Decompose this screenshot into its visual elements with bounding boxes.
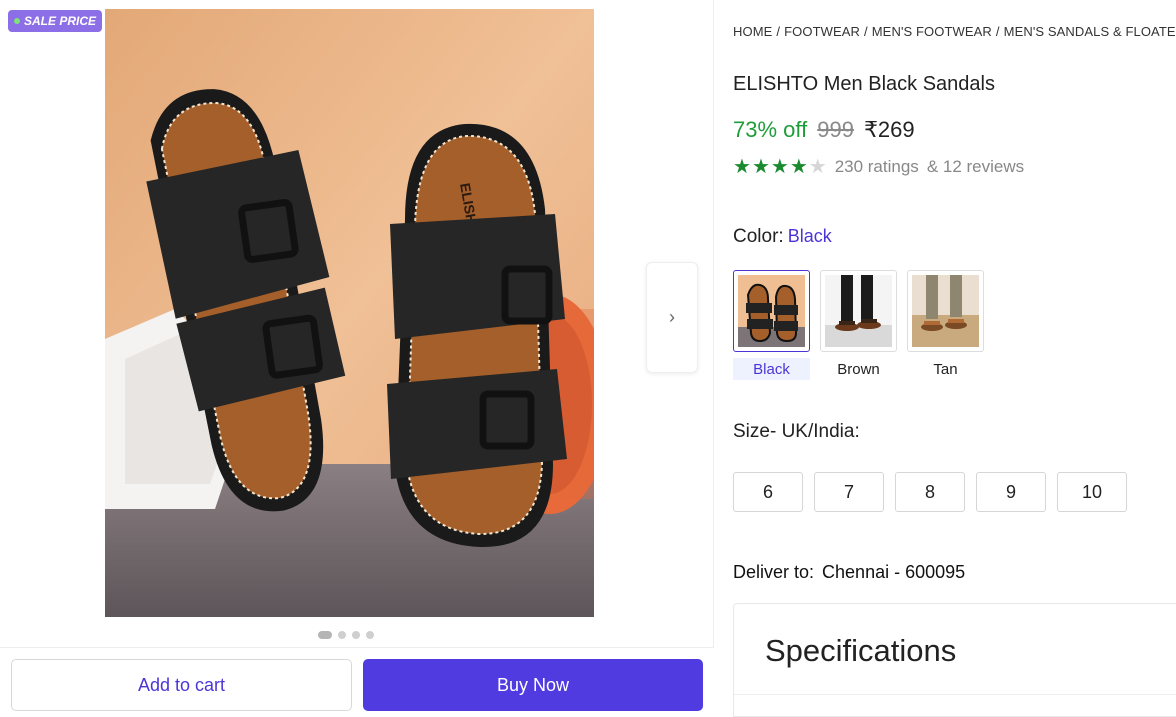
sandals-illustration: ELISHTO (105, 9, 594, 617)
size-label: Size- UK/India: (733, 421, 860, 442)
gallery-dot[interactable] (352, 631, 360, 639)
product-image[interactable]: ELISHTO (105, 9, 594, 617)
color-label: Color: Black (733, 226, 832, 247)
price-row: 73% off 999 ₹269 (733, 117, 915, 143)
mrp-price: 999 (817, 117, 854, 142)
swatch-brown[interactable]: Brown (820, 270, 897, 380)
breadcrumb: HOME / FOOTWEAR / MEN'S FOOTWEAR / MEN'S SANDA… (733, 24, 1176, 39)
swatch-thumb (733, 270, 810, 352)
ratings-count: 230 ratings (834, 157, 919, 176)
discount-text: 73% off (733, 117, 808, 142)
delivery-row[interactable]: Deliver to: Chennai - 600095 (733, 562, 965, 583)
swatch-thumb (907, 270, 984, 352)
size-option[interactable]: 6 (733, 472, 803, 512)
star-full-icon: ★ (751, 156, 770, 178)
swatch-label: Tan (933, 360, 958, 378)
swatch-tan[interactable]: Tan (907, 270, 984, 380)
rating-stars: ★ ★ ★ ★ ★ (733, 157, 827, 177)
black-sandal-thumb (738, 275, 805, 347)
size-option[interactable]: 7 (814, 472, 884, 512)
swatch-thumb (820, 270, 897, 352)
product-gallery: SALE PRICE ELISHTO › Add to cart Buy Now (0, 0, 714, 717)
divider (734, 694, 1176, 695)
gallery-dot[interactable] (338, 631, 346, 639)
star-full-icon: ★ (770, 156, 789, 178)
gallery-dot[interactable] (366, 631, 374, 639)
swatch-label: Black (733, 358, 810, 380)
selling-price: ₹269 (863, 117, 915, 142)
buy-now-button[interactable]: Buy Now (363, 659, 703, 711)
badge-dot-icon (14, 18, 20, 24)
size-option[interactable]: 10 (1057, 472, 1127, 512)
star-full-icon: ★ (789, 156, 808, 178)
rating-row[interactable]: ★ ★ ★ ★ ★ 230 ratings & 12 reviews (733, 157, 1024, 177)
tan-sandal-thumb (912, 275, 979, 347)
delivery-label: Deliver to: (733, 562, 815, 582)
specifications-title: Specifications (765, 633, 957, 668)
swatch-label: Brown (837, 360, 880, 378)
star-empty-icon: ★ (808, 156, 827, 178)
gallery-dots (318, 631, 374, 639)
cta-bar: Add to cart Buy Now (0, 647, 714, 717)
breadcrumb-item-home[interactable]: HOME (733, 24, 772, 39)
swatch-black[interactable]: Black (733, 270, 810, 380)
add-to-cart-button[interactable]: Add to cart (11, 659, 352, 711)
next-image-button[interactable]: › (646, 262, 698, 373)
product-title: ELISHTO Men Black Sandals (733, 73, 995, 95)
product-details: HOME / FOOTWEAR / MEN'S FOOTWEAR / MEN'S SANDA… (733, 0, 1176, 717)
breadcrumb-item-footwear[interactable]: FOOTWEAR (784, 24, 860, 39)
brown-sandal-thumb (825, 275, 892, 347)
size-option[interactable]: 8 (895, 472, 965, 512)
gallery-dot[interactable] (318, 631, 332, 639)
selected-color: Black (787, 226, 832, 246)
specifications-card: Specifications (733, 603, 1176, 717)
breadcrumb-item-mens-footwear[interactable]: MEN'S FOOTWEAR (872, 24, 992, 39)
chevron-right-icon: › (669, 307, 675, 327)
color-swatches: Black Brown Tan (733, 270, 984, 380)
reviews-count: & 12 reviews (926, 157, 1025, 176)
star-full-icon: ★ (733, 156, 751, 178)
sale-badge: SALE PRICE (8, 10, 103, 32)
sale-badge-label: SALE PRICE (24, 14, 97, 28)
breadcrumb-item-mens-sandals[interactable]: MEN'S SANDALS & FLOATERS (1004, 24, 1176, 39)
size-option[interactable]: 9 (976, 472, 1046, 512)
delivery-location: Chennai - 600095 (822, 562, 966, 582)
size-options: 6 7 8 9 10 (733, 472, 1127, 512)
